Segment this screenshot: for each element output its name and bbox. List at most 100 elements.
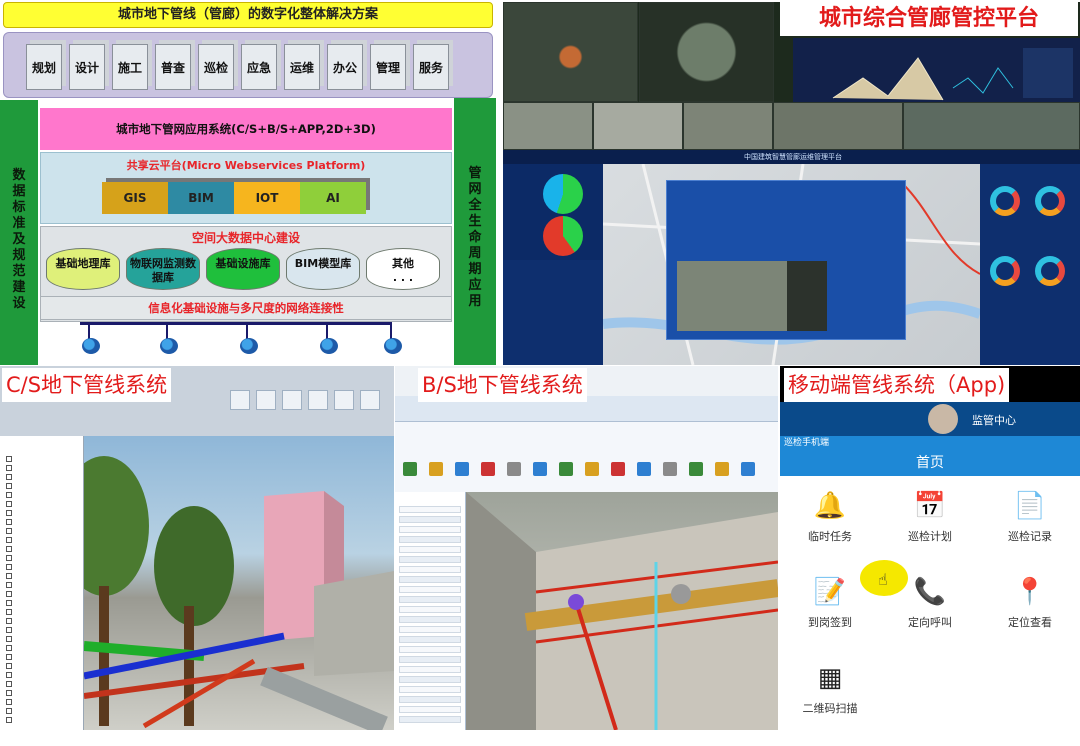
lifecycle-stage: 普查: [155, 44, 191, 90]
tree-row[interactable]: [0, 562, 84, 571]
tree-row[interactable]: [0, 508, 84, 517]
cs-system-label: C/S地下管线系统: [2, 368, 172, 402]
query-row[interactable]: [399, 626, 461, 633]
tree-row[interactable]: [0, 463, 84, 472]
ring-chart: [990, 256, 1020, 286]
standards-column: 数据标准及规范建设: [0, 100, 38, 365]
tree-row[interactable]: [0, 454, 84, 463]
tree-row[interactable]: [0, 652, 84, 661]
tree-row[interactable]: [0, 481, 84, 490]
query-row[interactable]: [399, 596, 461, 603]
tree-row[interactable]: [0, 625, 84, 634]
tree-row[interactable]: [0, 616, 84, 625]
query-row[interactable]: [399, 526, 461, 533]
database-cylinder: 其他. . .: [366, 248, 440, 290]
cs-layer-tree[interactable]: [0, 436, 84, 730]
app-item-label: 巡检计划: [908, 530, 952, 543]
stats-panel: [980, 164, 1080, 365]
toolbar-icon[interactable]: [637, 462, 651, 476]
tree-row[interactable]: [0, 544, 84, 553]
tree-row[interactable]: [0, 715, 84, 724]
ribbon-button[interactable]: [334, 390, 354, 410]
query-row[interactable]: [399, 706, 461, 713]
ribbon-button[interactable]: [256, 390, 276, 410]
tree-row[interactable]: [0, 688, 84, 697]
query-row[interactable]: [399, 676, 461, 683]
app-item-label: 二维码扫描: [802, 702, 858, 715]
toolbar-icon[interactable]: [429, 462, 443, 476]
query-row[interactable]: [399, 546, 461, 553]
app-item-location[interactable]: 📍 定位查看: [980, 574, 1080, 660]
ribbon-button[interactable]: [282, 390, 302, 410]
query-row[interactable]: [399, 506, 461, 513]
tree-row[interactable]: [0, 526, 84, 535]
tree-row[interactable]: [0, 553, 84, 562]
toolbar-icon[interactable]: [585, 462, 599, 476]
tree-row[interactable]: [0, 490, 84, 499]
query-row[interactable]: [399, 656, 461, 663]
tree-row[interactable]: [0, 472, 84, 481]
camera-feed: [593, 102, 683, 150]
tree-row[interactable]: [0, 580, 84, 589]
query-row[interactable]: [399, 516, 461, 523]
toolbar-icon[interactable]: [481, 462, 495, 476]
tree-row[interactable]: [0, 634, 84, 643]
query-row[interactable]: [399, 616, 461, 623]
toolbar-icon[interactable]: [559, 462, 573, 476]
query-row[interactable]: [399, 606, 461, 613]
toolbar-icon[interactable]: [455, 462, 469, 476]
tree-row[interactable]: [0, 589, 84, 598]
popup-dialog[interactable]: [666, 180, 906, 340]
ribbon-button[interactable]: [230, 390, 250, 410]
query-row[interactable]: [399, 556, 461, 563]
query-row[interactable]: [399, 686, 461, 693]
app-item-document[interactable]: 📄 巡检记录: [980, 488, 1080, 574]
query-row[interactable]: [399, 636, 461, 643]
tree-row[interactable]: [0, 598, 84, 607]
app-item-qrcode[interactable]: ▦ 二维码扫描: [780, 660, 880, 746]
tech-chip-iot: IOT: [234, 182, 300, 214]
mobile-header: 监管中心: [780, 402, 1080, 436]
monitoring-dashboard: 中国建筑智慧管廊运维管理平台: [503, 150, 1080, 365]
dashboard-title: 中国建筑智慧管廊运维管理平台: [744, 153, 842, 161]
lifecycle-stage: 规划: [26, 44, 62, 90]
tree-row[interactable]: [0, 535, 84, 544]
toolbar-icon[interactable]: [403, 462, 417, 476]
query-row[interactable]: [399, 666, 461, 673]
tree-row[interactable]: [0, 697, 84, 706]
query-row[interactable]: [399, 696, 461, 703]
app-item-bell[interactable]: 🔔 临时任务: [780, 488, 880, 574]
tree-row[interactable]: [0, 670, 84, 679]
toolbar-icon[interactable]: [715, 462, 729, 476]
app-item-label: 到岗签到: [808, 616, 852, 629]
bs-3d-scene[interactable]: [466, 492, 778, 730]
ribbon-button[interactable]: [360, 390, 380, 410]
toolbar-icon[interactable]: [533, 462, 547, 476]
query-row[interactable]: [399, 536, 461, 543]
ribbon-button[interactable]: [308, 390, 328, 410]
query-row[interactable]: [399, 586, 461, 593]
cs-3d-scene[interactable]: [84, 436, 394, 730]
tree-row[interactable]: [0, 571, 84, 580]
toolbar-icon[interactable]: [611, 462, 625, 476]
tree-row[interactable]: [0, 679, 84, 688]
query-row[interactable]: [399, 716, 461, 723]
pipeline-scene: [84, 456, 394, 730]
tree-row[interactable]: [0, 607, 84, 616]
tree-row[interactable]: [0, 661, 84, 670]
toolbar-icon[interactable]: [741, 462, 755, 476]
query-row[interactable]: [399, 576, 461, 583]
tree-row[interactable]: [0, 517, 84, 526]
tree-row[interactable]: [0, 706, 84, 715]
toolbar-icon[interactable]: [689, 462, 703, 476]
lifecycle-label: 管网全生命周期应用: [468, 166, 482, 309]
toolbar-icon[interactable]: [663, 462, 677, 476]
query-row[interactable]: [399, 646, 461, 653]
lifecycle-stage: 管理: [370, 44, 406, 90]
query-row[interactable]: [399, 566, 461, 573]
tree-row[interactable]: [0, 643, 84, 652]
toolbar-icon[interactable]: [507, 462, 521, 476]
tree-row[interactable]: [0, 499, 84, 508]
bs-toolbar[interactable]: [395, 422, 778, 492]
camera-feed: [773, 102, 903, 150]
